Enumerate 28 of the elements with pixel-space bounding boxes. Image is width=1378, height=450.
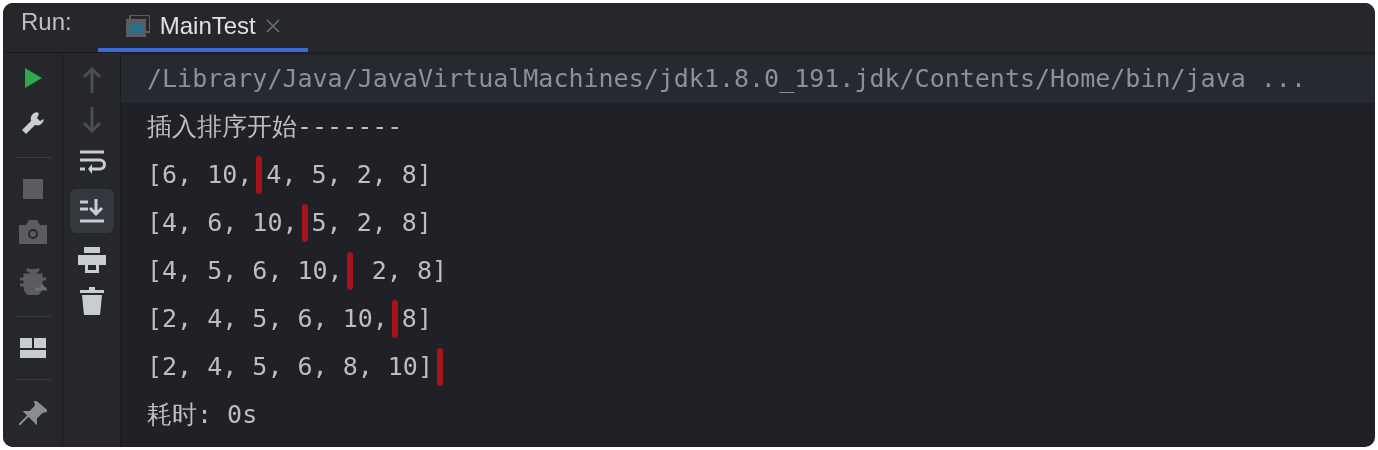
panel-label: Run: [21, 7, 72, 37]
print-icon[interactable] [77, 247, 106, 273]
console-line: 8] [401, 303, 432, 336]
scroll-to-end-button[interactable] [69, 189, 114, 233]
run-icon[interactable] [22, 67, 43, 89]
bug-icon[interactable] [18, 265, 47, 295]
close-icon[interactable] [265, 19, 280, 33]
annotation-stroke [437, 348, 443, 386]
console-line: [4, 6, 10, [147, 207, 298, 240]
annotation-stroke [256, 156, 263, 194]
console-line: 5, 2, 8] [311, 207, 432, 240]
annotation-stroke [391, 300, 398, 338]
console-line: 2, 8] [370, 255, 447, 288]
console-line: [2, 4, 5, 6, 8, 10] [147, 351, 433, 384]
layout-icon[interactable] [19, 338, 46, 358]
window-icon [125, 15, 150, 37]
console-line: [4, 5, 6, 10, [147, 255, 343, 288]
console-line: [6, 10, [147, 159, 253, 192]
trash-icon[interactable] [79, 287, 104, 315]
console-line: 插入排序开始------- [147, 111, 403, 144]
console-line: [2, 4, 5, 6, 10, [147, 303, 388, 336]
console-line: 4, 5, 2, 8] [266, 159, 432, 192]
annotation-stroke [346, 252, 353, 290]
annotation-stroke [301, 204, 308, 242]
scroll-to-end-icon [77, 199, 106, 223]
console-line: 耗时: 0s [147, 399, 258, 432]
pin-icon[interactable] [18, 401, 47, 425]
console-line: /Library/Java/JavaVirtualMachines/jdk1.8.0_191.jdk/Contents/Home/bin/java ... [147, 63, 1306, 96]
